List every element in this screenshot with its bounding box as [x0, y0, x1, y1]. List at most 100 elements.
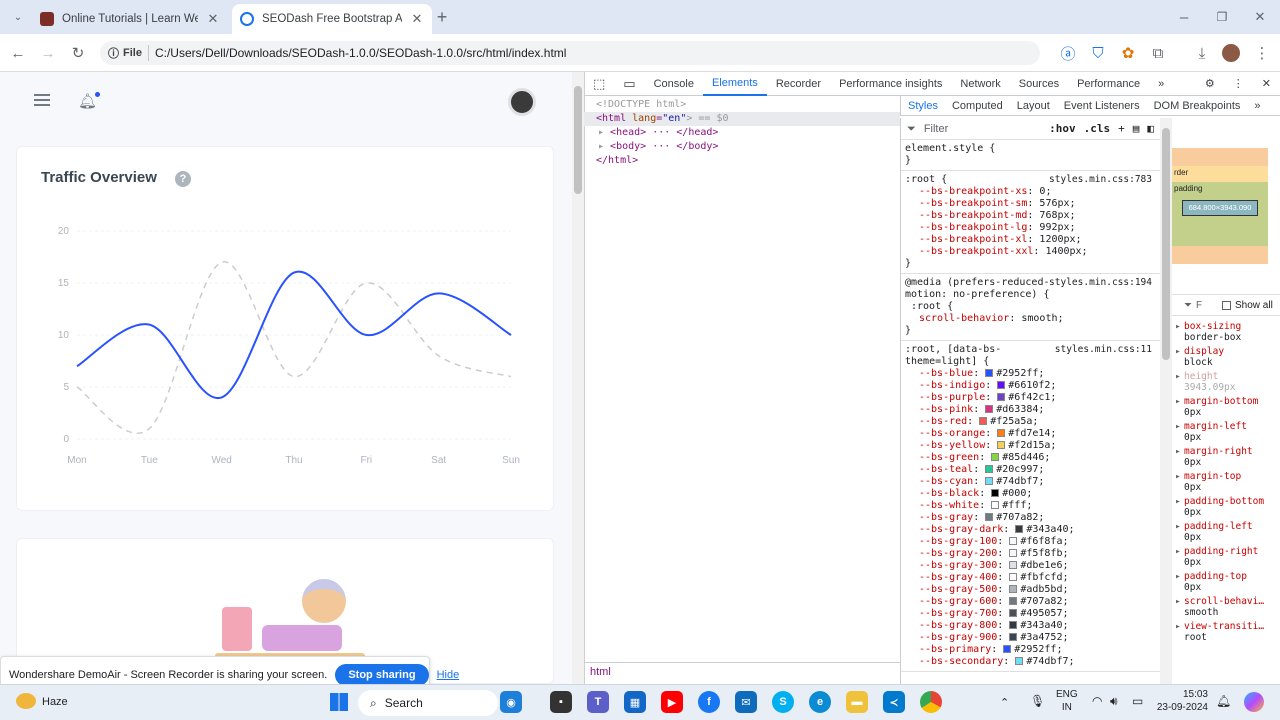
style-declaration[interactable]: --bs-purple: #6f42c1;: [905, 392, 1156, 404]
tab-performance-insights[interactable]: Performance insights: [830, 72, 951, 96]
new-tab-button[interactable]: +: [430, 5, 454, 29]
taskbar-app-icon[interactable]: ◉: [500, 691, 522, 713]
style-declaration[interactable]: --bs-breakpoint-xxl: 1400px;: [905, 246, 1156, 258]
address-bar[interactable]: ⓘ File C:/Users/Dell/Downloads/SEODash-1.…: [100, 41, 1040, 65]
dom-breadcrumb[interactable]: html: [584, 662, 900, 682]
volume-icon[interactable]: 🔊︎: [1110, 694, 1118, 709]
style-declaration[interactable]: --bs-breakpoint-xl: 1200px;: [905, 234, 1156, 246]
color-swatch[interactable]: [1009, 585, 1018, 593]
color-swatch[interactable]: [1015, 525, 1024, 533]
more-tabs-icon[interactable]: »: [1149, 72, 1173, 96]
devtools-menu-icon[interactable]: ⋮: [1224, 72, 1253, 96]
back-arrow-icon[interactable]: ←: [6, 41, 30, 65]
reload-icon[interactable]: ↻: [66, 41, 90, 65]
window-close-icon[interactable]: ✕: [1248, 5, 1272, 29]
style-declaration[interactable]: --bs-teal: #20c997;: [905, 464, 1156, 476]
scrollbar-thumb[interactable]: [1162, 128, 1170, 360]
styles-scrollbar[interactable]: [1160, 118, 1172, 684]
color-swatch[interactable]: [985, 405, 994, 413]
color-swatch[interactable]: [997, 393, 1006, 401]
windows-start-icon[interactable]: [330, 693, 348, 711]
style-declaration[interactable]: --bs-blue: #2952ff;: [905, 368, 1156, 380]
tab-sources[interactable]: Sources: [1010, 72, 1068, 96]
computed-property[interactable]: margin-left: [1172, 421, 1280, 432]
page-scrollbar[interactable]: [572, 72, 584, 684]
shield-extension-icon[interactable]: ⛉: [1086, 41, 1110, 65]
style-declaration[interactable]: --bs-black: #000;: [905, 488, 1156, 500]
tab-search-chevron-icon[interactable]: ⌄: [6, 5, 30, 29]
computed-filter-input[interactable]: F: [1196, 300, 1218, 311]
styles-filter-input[interactable]: Filter: [924, 123, 1041, 135]
microphone-icon[interactable]: 🎙︎: [1030, 694, 1045, 708]
hide-link[interactable]: Hide: [437, 669, 460, 681]
style-declaration[interactable]: --bs-breakpoint-sm: 576px;: [905, 198, 1156, 210]
wifi-icon[interactable]: ◠: [1092, 694, 1102, 708]
body-node[interactable]: ▸ <body> ··· </body>: [584, 140, 900, 154]
style-declaration[interactable]: --bs-breakpoint-xs: 0;: [905, 186, 1156, 198]
menu-kebab-icon[interactable]: ⋮: [1250, 41, 1274, 65]
style-declaration[interactable]: --bs-gray-dark: #343a40;: [905, 524, 1156, 536]
style-declaration[interactable]: --bs-green: #85d446;: [905, 452, 1156, 464]
computed-property[interactable]: padding-right: [1172, 546, 1280, 557]
clock[interactable]: 15:03 23-09-2024: [1150, 688, 1208, 714]
subtab-computed[interactable]: Computed: [945, 100, 1010, 112]
devtools-close-icon[interactable]: ✕: [1253, 72, 1280, 96]
expand-triangle-icon[interactable]: ▸: [598, 141, 610, 152]
color-swatch[interactable]: [1009, 609, 1018, 617]
profile-avatar[interactable]: [1222, 44, 1240, 62]
show-all-checkbox[interactable]: [1222, 300, 1231, 310]
computed-property[interactable]: padding-left: [1172, 521, 1280, 532]
battery-icon[interactable]: ▭: [1132, 694, 1143, 708]
notifications-bell-icon[interactable]: 🔔︎: [1216, 694, 1231, 708]
style-declaration[interactable]: --bs-gray-300: #dbe1e6;: [905, 560, 1156, 572]
tab-online-tutorials[interactable]: Online Tutorials | Learn Web & ✕: [32, 4, 228, 34]
style-declaration[interactable]: --bs-yellow: #f2d15a;: [905, 440, 1156, 452]
color-swatch[interactable]: [985, 513, 994, 521]
color-swatch[interactable]: [1009, 549, 1018, 557]
computed-property[interactable]: display: [1172, 346, 1280, 357]
inspect-element-icon[interactable]: ⬚: [584, 72, 614, 96]
head-node[interactable]: ▸ <head> ··· </head>: [584, 126, 900, 140]
scrollbar-thumb[interactable]: [574, 86, 582, 194]
color-swatch[interactable]: [985, 465, 994, 473]
style-declaration[interactable]: --bs-gray-100: #f6f8fa;: [905, 536, 1156, 548]
tab-performance[interactable]: Performance: [1068, 72, 1149, 96]
stop-sharing-button[interactable]: Stop sharing: [335, 664, 429, 686]
color-swatch[interactable]: [1009, 621, 1018, 629]
sidebar-toggle-icon[interactable]: ◧: [1147, 122, 1154, 135]
computed-property[interactable]: margin-top: [1172, 471, 1280, 482]
tab-elements[interactable]: Elements: [702, 72, 767, 96]
site-info-chip[interactable]: ⓘ File: [108, 45, 149, 61]
style-declaration[interactable]: --bs-gray-900: #3a4752;: [905, 632, 1156, 644]
facebook-icon[interactable]: f: [698, 691, 720, 713]
computed-property[interactable]: view-transiti…: [1172, 621, 1280, 632]
style-declaration[interactable]: --bs-gray-600: #707a82;: [905, 596, 1156, 608]
color-extension-icon[interactable]: ✿: [1116, 41, 1140, 65]
skype-icon[interactable]: S: [772, 691, 794, 713]
restore-icon[interactable]: ❐: [1210, 5, 1234, 29]
copilot-icon[interactable]: [1244, 692, 1264, 712]
computed-property[interactable]: padding-bottom: [1172, 496, 1280, 507]
style-declaration[interactable]: scroll-behavior: smooth;: [905, 313, 1156, 325]
computed-property[interactable]: margin-right: [1172, 446, 1280, 457]
weather-label[interactable]: Haze: [42, 696, 68, 708]
color-swatch[interactable]: [979, 417, 988, 425]
minimize-icon[interactable]: –: [1172, 5, 1196, 29]
style-declaration[interactable]: --bs-gray-500: #adb5bd;: [905, 584, 1156, 596]
close-icon[interactable]: ✕: [410, 11, 424, 27]
settings-gear-icon[interactable]: ⚙: [1196, 72, 1224, 96]
subtab-event-listeners[interactable]: Event Listeners: [1057, 100, 1147, 112]
style-declaration[interactable]: --bs-primary: #2952ff;: [905, 644, 1156, 656]
extension-a-icon[interactable]: ⓐ: [1056, 41, 1080, 65]
chrome-icon[interactable]: [920, 691, 942, 713]
computed-property[interactable]: height: [1172, 371, 1280, 382]
style-declaration[interactable]: --bs-breakpoint-md: 768px;: [905, 210, 1156, 222]
style-declaration[interactable]: --bs-indigo: #6610f2;: [905, 380, 1156, 392]
hov-toggle[interactable]: :hov: [1049, 122, 1076, 135]
expand-triangle-icon[interactable]: ▸: [598, 127, 610, 138]
style-declaration[interactable]: --bs-cyan: #74dbf7;: [905, 476, 1156, 488]
forward-arrow-icon[interactable]: →: [36, 41, 60, 65]
cls-toggle[interactable]: .cls: [1084, 122, 1111, 135]
weather-icon[interactable]: [16, 693, 36, 709]
color-swatch[interactable]: [1009, 537, 1018, 545]
